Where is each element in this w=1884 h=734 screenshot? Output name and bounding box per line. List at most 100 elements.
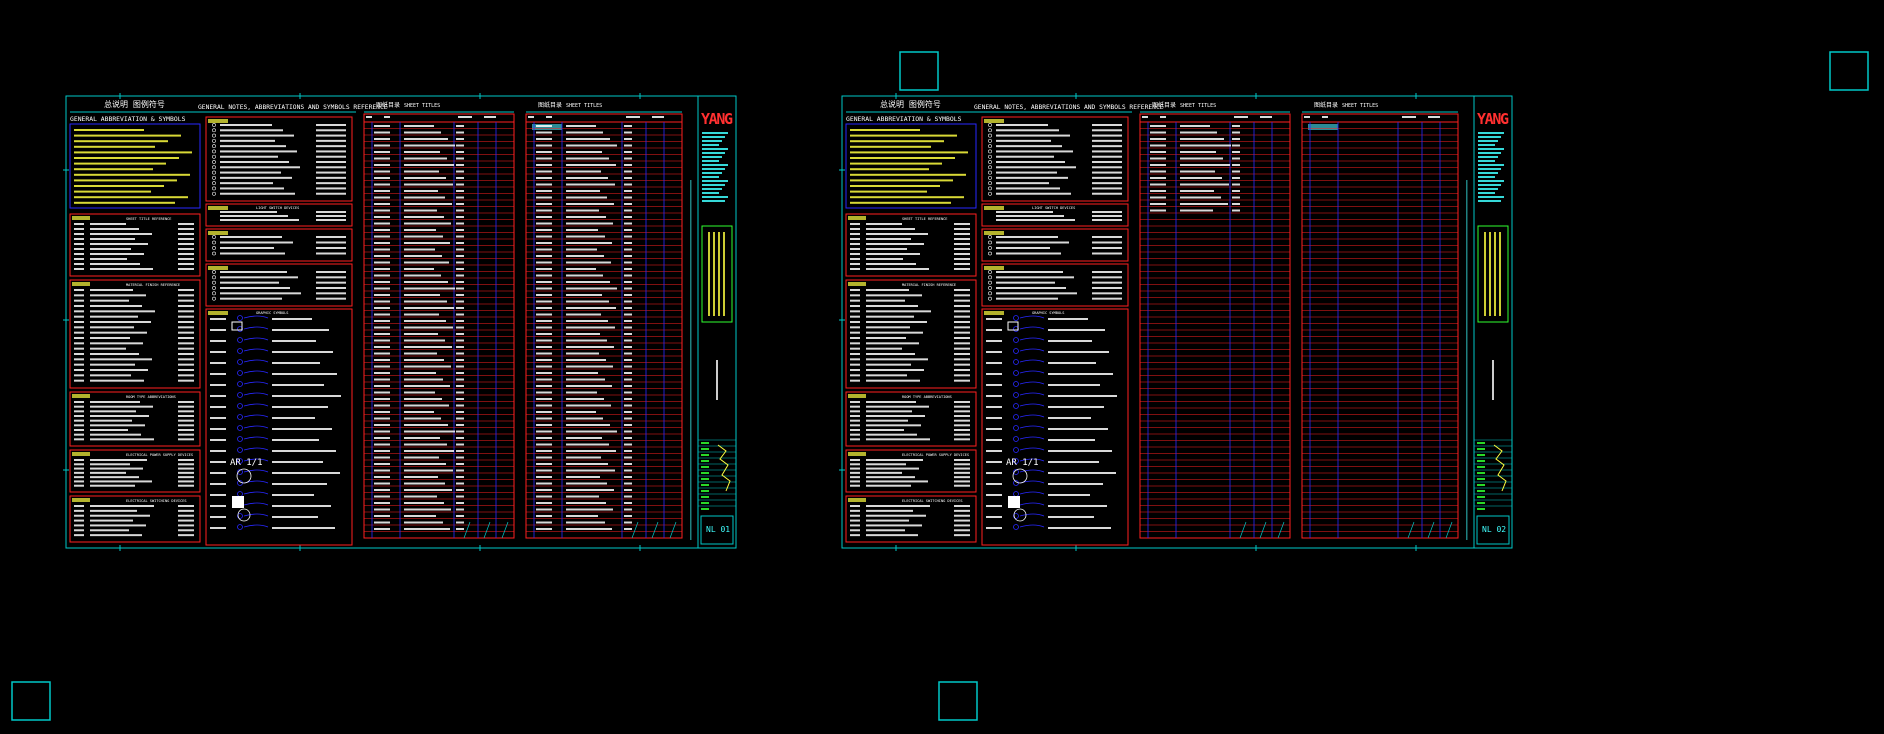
abbrev-code <box>850 534 860 537</box>
symbol-desc <box>220 292 301 295</box>
index-sheet-size <box>456 346 464 348</box>
index-sheet-code <box>374 326 390 329</box>
abbrev-desc <box>90 321 151 323</box>
index-sheet-code <box>374 372 390 374</box>
symbol-desc-cn <box>1092 215 1122 217</box>
abbrev-desc <box>866 480 928 483</box>
title-block-field <box>701 508 709 510</box>
index-sheet-size <box>456 125 464 127</box>
index-sheet-title <box>404 378 443 381</box>
index-sheet-title <box>566 469 615 472</box>
index-sheet-code <box>536 183 552 186</box>
abbrev-code <box>850 419 860 422</box>
index-sheet-size <box>624 300 632 303</box>
index-sheet-size <box>456 320 464 322</box>
abbrev-value <box>954 363 970 366</box>
abbrev-desc <box>866 305 918 307</box>
index-sheet-title <box>566 294 602 296</box>
graphic-symbol-desc <box>1048 450 1112 452</box>
index-selected-cell[interactable] <box>1308 124 1338 130</box>
index-sheet-title <box>566 170 601 173</box>
symbol-desc-cn <box>316 150 346 153</box>
index-sheet-code <box>374 287 390 290</box>
index-sheet-size <box>624 222 632 225</box>
abbrev-code <box>74 410 84 413</box>
abbrev-desc <box>90 529 129 532</box>
symbol-desc <box>220 241 293 244</box>
symbol-desc <box>996 150 1073 153</box>
index-sheet-code <box>536 495 552 498</box>
index-sheet-title <box>404 489 452 491</box>
abbrev-block-tag <box>848 452 866 456</box>
abbrev-value <box>954 263 970 265</box>
index-sheet-code <box>536 307 552 309</box>
abbrev-value <box>954 463 970 466</box>
index-header-en: SHEET TITLES <box>566 103 602 109</box>
index-sheet-size <box>456 508 464 511</box>
general-note-line <box>850 151 968 154</box>
index-sheet-title <box>566 209 599 212</box>
index-sheet-size <box>624 424 632 426</box>
index-sheet-size <box>624 430 632 433</box>
index-sheet-title <box>1180 151 1216 153</box>
abbrev-code <box>850 480 860 483</box>
index-sheet-title <box>404 502 444 504</box>
index-sheet-title <box>1180 196 1221 199</box>
symbol-desc <box>220 134 294 137</box>
graphic-symbol-desc <box>1048 428 1108 430</box>
abbrev-value <box>954 401 970 403</box>
index-sheet-size <box>456 229 464 231</box>
index-sheet-code <box>536 300 552 303</box>
index-sheet-size <box>624 456 632 459</box>
index-sheet-title <box>566 164 616 166</box>
symbol-block-tag <box>208 119 228 123</box>
abbrev-block-label: ELECTRICAL POWER SUPPLY DEVICES <box>126 453 193 457</box>
abbrev-code <box>74 505 84 507</box>
symbol-desc-cn <box>316 176 346 179</box>
graphic-symbol-desc <box>1048 373 1113 375</box>
title-block-note <box>702 136 725 138</box>
abbrev-code <box>74 484 84 487</box>
abbrev-code <box>74 467 84 470</box>
abbrev-value <box>178 263 194 265</box>
index-sheet-title <box>566 326 615 329</box>
index-sheet-code <box>374 164 390 166</box>
index-sheet-size <box>456 430 464 433</box>
index-sheet-title <box>404 216 444 218</box>
symbol-desc-cn <box>316 276 346 279</box>
index-sheet-title <box>404 203 452 205</box>
abbrev-block-label: SHEET TITLE REFERENCE <box>126 217 171 221</box>
graphic-symbol-desc <box>1048 505 1107 507</box>
title-block-note <box>1478 196 1504 198</box>
title-block-field <box>701 442 709 444</box>
graphic-symbol-desc <box>1048 395 1117 397</box>
index-sheet-title <box>1180 131 1217 134</box>
abbrev-code <box>850 263 860 265</box>
abbrev-desc <box>866 363 911 366</box>
index-header-cn: 图纸目录 <box>538 101 562 109</box>
index-sheet-size <box>624 216 632 218</box>
symbol-desc-cn <box>1092 281 1122 284</box>
index-sheet-code <box>374 482 390 485</box>
abbrev-value <box>954 358 970 361</box>
graphic-symbol-label <box>210 439 226 441</box>
general-note-line <box>850 162 942 165</box>
index-sheet-title <box>566 333 600 335</box>
abbrev-code <box>850 358 860 361</box>
symbol-desc <box>220 276 298 279</box>
abbrev-desc <box>866 358 928 361</box>
index-sheet-size <box>624 125 632 127</box>
abbrev-desc <box>866 258 903 260</box>
index-sheet-code <box>536 222 552 225</box>
index-sheet-code <box>1150 125 1166 127</box>
graphic-symbol-label <box>986 472 1002 474</box>
abbrev-value <box>954 299 970 302</box>
abbrev-desc <box>90 519 133 522</box>
abbrev-code <box>850 321 860 323</box>
abbrev-desc <box>866 410 912 413</box>
index-sheet-title <box>1180 170 1215 173</box>
index-sheet-size <box>456 352 464 355</box>
index-sheet-code <box>374 177 390 179</box>
abbrev-value <box>178 410 194 413</box>
index-sheet-title <box>404 424 448 426</box>
